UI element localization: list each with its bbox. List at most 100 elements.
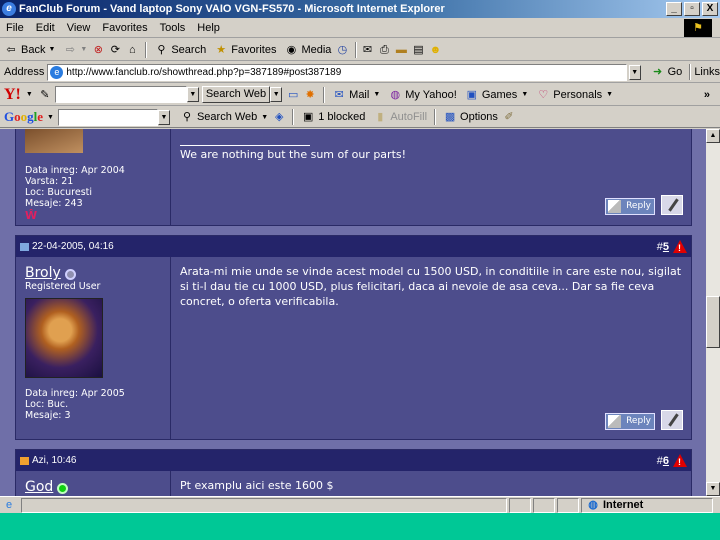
separator — [355, 41, 358, 58]
games-button[interactable]: ▣ Games ▼ — [461, 88, 532, 102]
search-icon: ⚲ — [157, 43, 166, 56]
author-name-link[interactable]: Broly — [25, 265, 61, 281]
highlighter-icon[interactable]: ✐ — [502, 110, 516, 124]
yahoo-search-options[interactable]: ▼ — [270, 87, 283, 102]
post-number-link[interactable]: 5 — [663, 241, 669, 253]
yahoo-logo-icon[interactable]: Y! — [4, 86, 21, 104]
back-button[interactable]: ⇦ Back ▼ — [0, 43, 59, 57]
windows-flag-icon: ⚑ — [684, 19, 712, 37]
post-date: Azi, 10:46 — [32, 455, 77, 466]
favorites-button[interactable]: ★ Favorites — [210, 43, 280, 57]
avatar — [25, 129, 83, 153]
highlight-icon[interactable]: ▭ — [286, 88, 300, 102]
chevron-down-icon[interactable]: ▼ — [47, 114, 54, 121]
mail-icon[interactable]: ✉ — [360, 43, 374, 57]
status-bar: e ◍ Internet — [0, 496, 720, 513]
back-label: Back — [21, 43, 46, 56]
post-body: We are nothing but the sum of our parts!… — [171, 129, 691, 225]
forward-button[interactable]: ⇨ ▼ — [59, 43, 91, 57]
author-panel: God — [16, 471, 171, 496]
yahoo-mail-button[interactable]: ✉ Mail ▼ — [328, 88, 384, 102]
my-yahoo-button[interactable]: ◍ My Yahoo! — [384, 88, 461, 102]
google-search-button[interactable]: ⚲ Search Web ▼ — [176, 110, 272, 124]
autofill-icon: ▮ — [377, 111, 384, 123]
post-body: Pt examplu aici este 1600 $ — [171, 471, 691, 496]
minimize-button[interactable]: _ — [666, 2, 682, 16]
autofill-button[interactable]: ▮ AutoFill — [369, 110, 431, 124]
pagerank-icon[interactable]: ◈ — [272, 110, 286, 124]
window-title: FanClub Forum - Vand laptop Sony VAIO VG… — [19, 3, 445, 15]
google-search-input[interactable] — [57, 108, 158, 126]
refresh-icon[interactable]: ⟳ — [108, 43, 122, 57]
edit-page-icon[interactable]: ▤ — [411, 43, 425, 57]
chevron-down-icon[interactable]: ▼ — [26, 91, 33, 98]
pencil-icon[interactable]: ✎ — [38, 88, 52, 102]
search-button[interactable]: ⚲ Search — [150, 43, 210, 57]
messenger-icon[interactable]: ☻ — [428, 43, 442, 57]
vertical-scrollbar[interactable]: ▲ ▼ — [706, 129, 720, 496]
star-icon: ★ — [216, 43, 227, 56]
scroll-up-button[interactable]: ▲ — [706, 129, 720, 143]
folder-icon[interactable]: ▬ — [394, 43, 408, 57]
links-button[interactable]: Links — [694, 66, 720, 78]
separator — [434, 109, 437, 125]
restore-button[interactable]: ▫ — [684, 2, 700, 16]
media-icon: ◉ — [286, 43, 297, 56]
my-yahoo-icon: ◍ — [390, 88, 401, 101]
google-search-dropdown[interactable]: ▼ — [157, 109, 170, 125]
personals-button[interactable]: ♡ Personals ▼ — [532, 88, 617, 102]
autofill-label: AutoFill — [390, 111, 428, 123]
popup-blocker-icon[interactable]: ✸ — [303, 88, 317, 102]
google-logo-icon[interactable]: Google — [4, 109, 43, 125]
more-chevron-icon[interactable]: » — [704, 89, 710, 101]
forum-page[interactable]: Data inreg: Apr 2004 Varsta: 21 Loc: Buc… — [0, 129, 706, 496]
media-button[interactable]: ◉ Media — [280, 43, 335, 57]
options-button[interactable]: ▩ Options — [439, 110, 502, 124]
home-icon[interactable]: ⌂ — [125, 43, 139, 57]
menu-tools[interactable]: Tools — [154, 22, 192, 34]
menu-edit[interactable]: Edit — [30, 22, 61, 34]
separator — [292, 109, 295, 125]
close-button[interactable]: X — [702, 2, 718, 16]
offline-status-icon — [64, 269, 76, 280]
menu-view[interactable]: View — [61, 22, 97, 34]
report-warning-icon[interactable] — [673, 454, 687, 467]
quick-edit-icon[interactable] — [661, 195, 683, 215]
author-joined: Data inreg: Apr 2005 — [25, 388, 125, 399]
chevron-down-icon[interactable]: ▼ — [48, 46, 55, 53]
history-icon[interactable]: ◷ — [335, 43, 349, 57]
report-warning-icon[interactable] — [673, 240, 687, 253]
author-age: Varsta: 21 — [25, 176, 74, 187]
post-text: Pt examplu aici este 1600 $ — [180, 479, 334, 492]
yahoo-search-dropdown[interactable]: ▼ — [186, 87, 199, 102]
reply-button[interactable]: Reply — [605, 413, 655, 430]
print-icon[interactable]: ⎙ — [377, 43, 391, 57]
quick-edit-icon[interactable] — [661, 410, 683, 430]
personals-label: Personals — [553, 88, 603, 101]
yahoo-search-input[interactable] — [54, 86, 187, 103]
address-dropdown[interactable]: ▼ — [628, 64, 641, 80]
menu-file[interactable]: File — [0, 22, 30, 34]
signature-divider — [180, 145, 310, 146]
menu-help[interactable]: Help — [191, 22, 226, 34]
menu-favorites[interactable]: Favorites — [96, 22, 153, 34]
standard-toolbar: ⇦ Back ▼ ⇨ ▼ ⊗ ⟳ ⌂ ⚲ Search ★ Favorites … — [0, 39, 720, 61]
scrollbar-thumb[interactable] — [706, 296, 720, 348]
page-status-icon: e — [5, 499, 13, 511]
author-name-link[interactable]: God — [25, 479, 53, 495]
games-label: Games — [481, 88, 518, 101]
stop-icon[interactable]: ⊗ — [91, 43, 105, 57]
author-messages: Mesaje: 3 — [25, 410, 71, 421]
avatar[interactable] — [25, 298, 103, 378]
chevron-down-icon[interactable]: ▼ — [80, 46, 87, 53]
reply-button[interactable]: Reply — [605, 198, 655, 215]
chevron-down-icon: ▼ — [261, 113, 269, 121]
address-input[interactable]: e http://www.fanclub.ro/showthread.php?p… — [47, 63, 627, 81]
new-post-icon — [20, 456, 29, 465]
popup-blocked-button[interactable]: ▣ 1 blocked — [297, 110, 369, 124]
post-number-link[interactable]: 6 — [663, 455, 669, 467]
my-yahoo-label: My Yahoo! — [405, 88, 457, 101]
scroll-down-button[interactable]: ▼ — [706, 482, 720, 496]
go-button[interactable]: ➜ Go — [647, 65, 687, 79]
yahoo-search-button[interactable]: Search Web — [201, 86, 271, 103]
